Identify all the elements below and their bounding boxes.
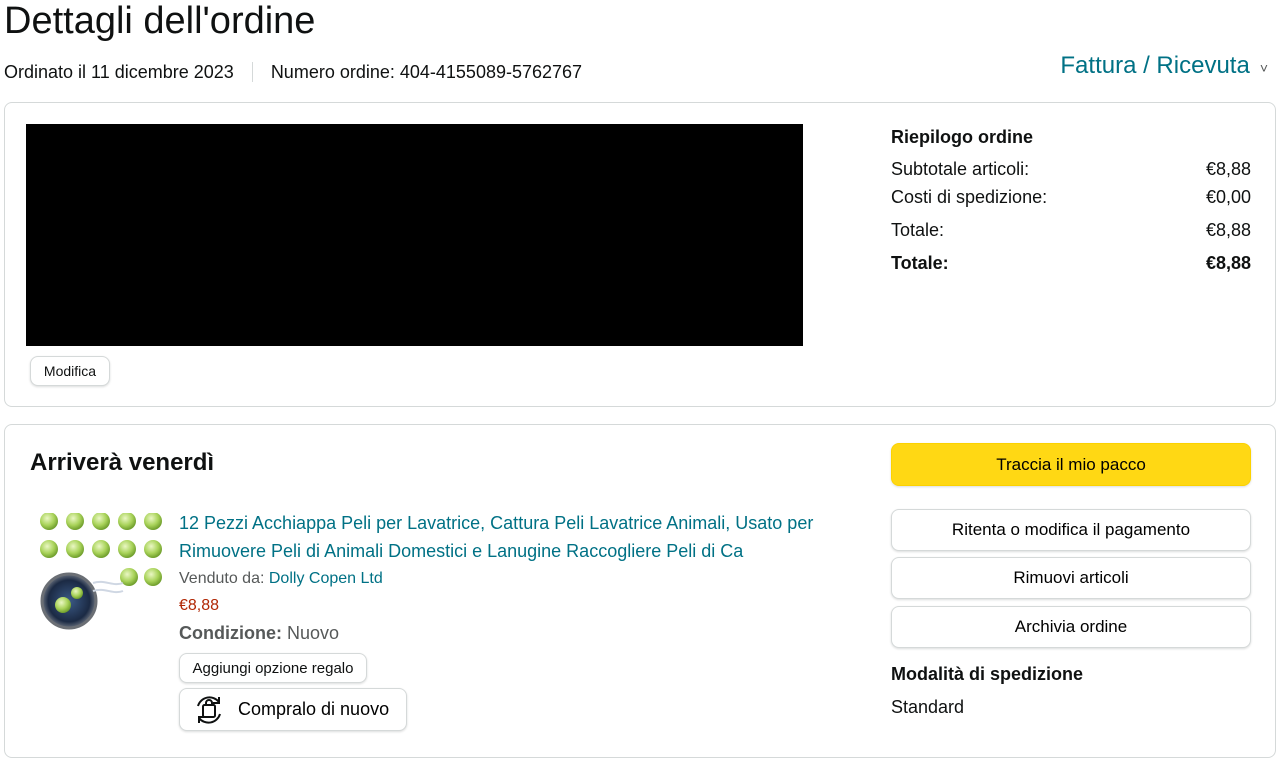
add-gift-option-button[interactable]: Aggiungi opzione regalo — [179, 653, 367, 683]
summary-value: €8,88 — [1205, 253, 1251, 273]
meta-divider — [251, 62, 253, 82]
invoice-link-label[interactable]: Fattura / Ricevuta — [1060, 52, 1249, 80]
condition-label: Condizione: — [179, 623, 282, 643]
edit-address-button[interactable]: Modifica — [30, 356, 110, 386]
chevron-down-icon: ˅ — [1259, 60, 1268, 76]
order-meta: Ordinato il 11 dicembre 2023 Numero ordi… — [4, 60, 582, 84]
summary-row-grand-total: Totale: €8,88 — [891, 249, 1251, 277]
seller-row: Venduto da: Dolly Copen Ltd — [179, 565, 859, 593]
summary-row-shipping: Costi di spedizione: €0,00 — [891, 183, 1251, 211]
washing-drum-graphic — [40, 572, 124, 630]
product-image[interactable] — [35, 513, 167, 635]
retry-payment-button[interactable]: Ritenta o modifica il pagamento — [891, 509, 1251, 551]
remove-items-button[interactable]: Rimuovi articoli — [891, 557, 1251, 599]
seller-link[interactable]: Dolly Copen Ltd — [269, 570, 383, 587]
shipment-card: Arriverà venerdì 12 Pezzi Acchiappa Peli… — [4, 424, 1276, 758]
order-number: Numero ordine: 404-4155089-5762767 — [270, 61, 583, 82]
product-price: €8,88 — [179, 597, 220, 614]
archive-order-button[interactable]: Archivia ordine — [891, 606, 1251, 648]
arrival-heading: Arriverà venerdì — [30, 449, 215, 476]
order-date: Ordinato il 11 dicembre 2023 — [4, 61, 234, 82]
summary-label: Totale: — [891, 253, 949, 273]
order-summary: Riepilogo ordine Subtotale articoli: €8,… — [891, 125, 1251, 277]
buy-again-button[interactable]: Compralo di nuovo — [179, 688, 407, 731]
order-overview-card: Modifica Riepilogo ordine Subtotale arti… — [4, 102, 1276, 407]
summary-label: Totale: — [891, 220, 945, 240]
page-title: Dettagli dell'ordine — [4, 0, 316, 42]
summary-label: Subtotale articoli: — [891, 159, 1030, 179]
redacted-address-block — [26, 124, 803, 346]
summary-label: Costi di spedizione: — [891, 187, 1048, 207]
buy-again-icon — [197, 695, 221, 724]
product-condition: Condizione: Nuovo — [179, 619, 859, 647]
seller-prefix: Venduto da: — [179, 570, 265, 587]
invoice-dropdown[interactable]: Fattura / Ricevuta ˅ — [1060, 52, 1268, 80]
shipping-method-value: Standard — [891, 697, 965, 717]
track-package-button[interactable]: Traccia il mio pacco — [891, 443, 1251, 486]
shipping-method-title: Modalità di spedizione — [891, 664, 1084, 684]
buy-again-label: Compralo di nuovo — [238, 699, 390, 719]
summary-value: €8,88 — [1205, 159, 1251, 179]
summary-row-total: Totale: €8,88 — [891, 216, 1251, 244]
summary-value: €8,88 — [1205, 220, 1251, 240]
product-title-link[interactable]: 12 Pezzi Acchiappa Peli per Lavatrice, C… — [179, 509, 859, 565]
summary-value: €0,00 — [1205, 187, 1251, 207]
summary-row-subtotal: Subtotale articoli: €8,88 — [891, 155, 1251, 183]
condition-value: Nuovo — [287, 623, 340, 643]
product-info: 12 Pezzi Acchiappa Peli per Lavatrice, C… — [179, 509, 859, 647]
order-summary-title: Riepilogo ordine — [891, 127, 1033, 147]
